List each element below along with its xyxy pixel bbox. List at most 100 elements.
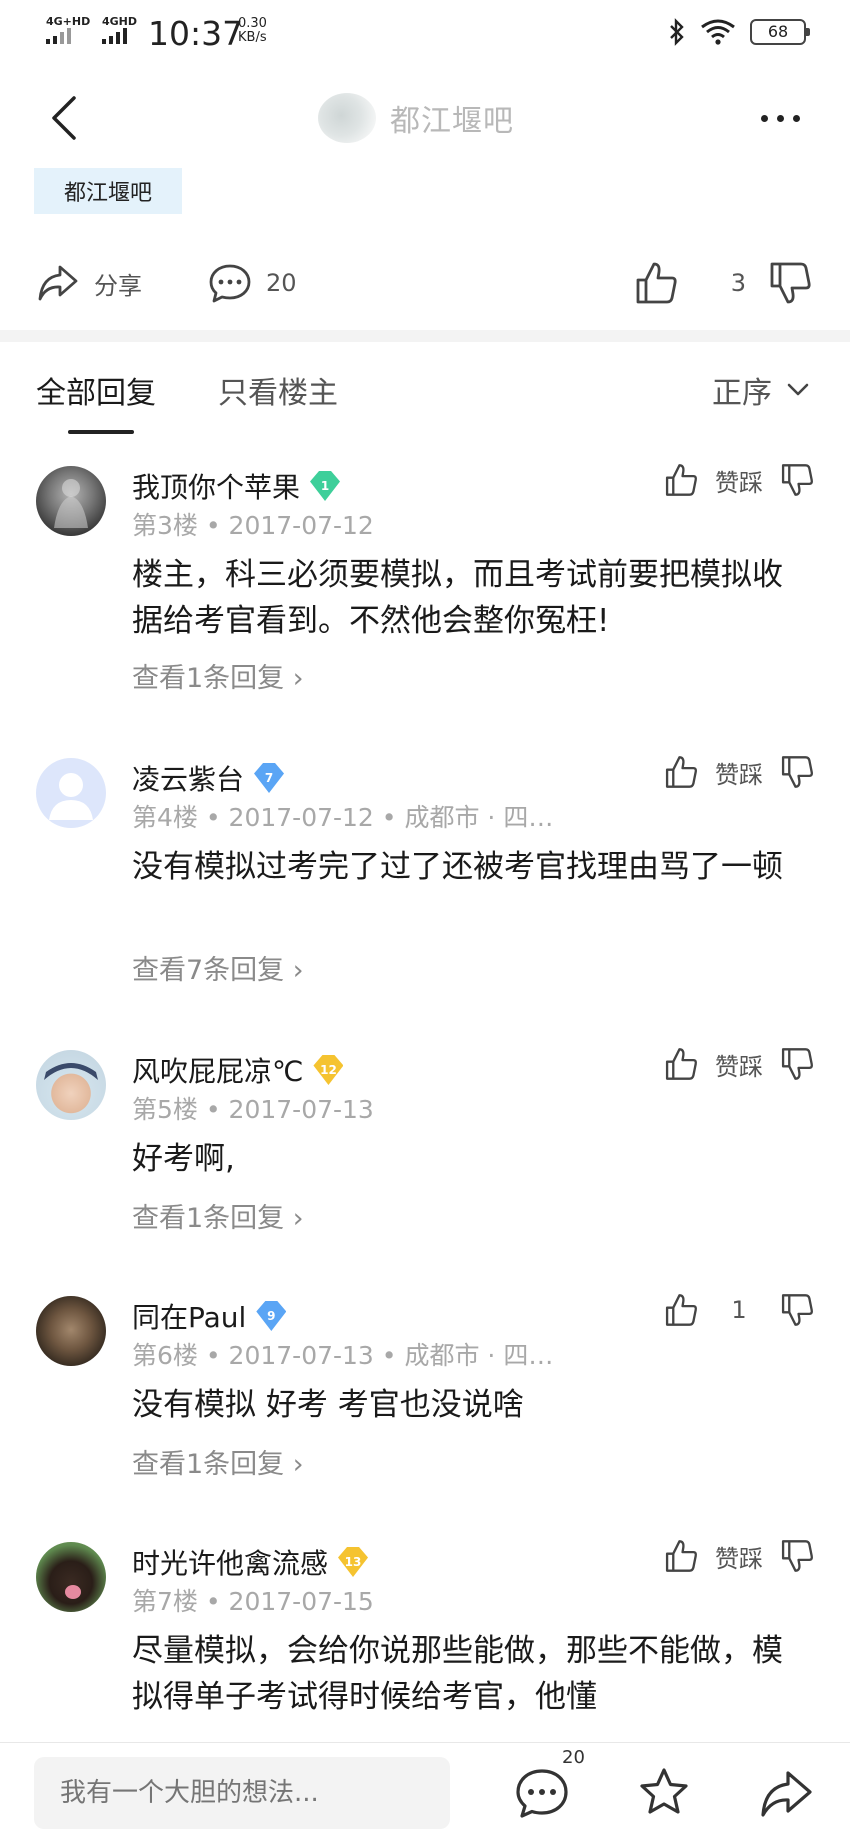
- reply-meta: 第6楼 • 2017-07-13 • 成都市 · 四…: [132, 1341, 554, 1370]
- vote-controls: 赞踩: [664, 1046, 814, 1082]
- thumbs-down-icon[interactable]: [780, 1292, 814, 1328]
- more-options-icon[interactable]: [750, 90, 810, 146]
- level-badge-icon: 12: [313, 1055, 344, 1085]
- like-count: 3: [730, 269, 746, 297]
- signal-bars-2-icon: [102, 28, 127, 44]
- avatar[interactable]: [36, 1050, 106, 1120]
- sort-toggle[interactable]: 正序: [712, 368, 810, 412]
- thumbs-down-icon[interactable]: [780, 1046, 814, 1082]
- username[interactable]: 我顶你个苹果 1: [132, 466, 341, 506]
- vote-controls: 赞踩: [664, 1538, 814, 1574]
- comment-icon[interactable]: [514, 1765, 570, 1821]
- vote-controls: 1: [664, 1292, 814, 1328]
- username[interactable]: 同在Paul 9: [132, 1296, 287, 1336]
- status-bar: 4G+HD 4GHD 10:37 0.30 KB/s 68: [0, 0, 850, 66]
- comment-count: 20: [266, 269, 297, 297]
- share-icon: [38, 265, 78, 301]
- active-tab-indicator: [68, 430, 134, 434]
- like-button[interactable]: 3: [634, 250, 746, 316]
- username[interactable]: 时光许他禽流感 13: [132, 1542, 369, 1582]
- reply-date: 2017-07-13: [228, 1341, 374, 1370]
- floor-label: 第6楼: [132, 1341, 198, 1370]
- avatar[interactable]: [36, 1296, 106, 1366]
- reply-content: 没有模拟过考完了过了还被考官找理由骂了一顿: [132, 849, 783, 885]
- vote-label: 赞踩: [715, 1052, 763, 1081]
- avatar[interactable]: [36, 1542, 106, 1612]
- back-icon[interactable]: [44, 92, 84, 144]
- sort-label: 正序: [712, 376, 772, 411]
- forum-tag[interactable]: 都江堰吧: [34, 168, 182, 214]
- reply-location: 成都市 · 四…: [404, 1341, 554, 1370]
- floor-label: 第3楼: [132, 511, 198, 540]
- reply-content: 楼主，科三必须要模拟，而且考试前要把模拟收据给考官看到。不然他会整你冤枉!: [132, 557, 783, 639]
- reply-content: 没有模拟 好考 考官也没说啥: [132, 1387, 524, 1423]
- thumbs-down-icon[interactable]: [780, 1538, 814, 1574]
- comment-count-badge: 20: [562, 1747, 585, 1768]
- thumbs-up-icon: [636, 262, 677, 304]
- vote-controls: 赞踩: [664, 462, 814, 498]
- level-badge-icon: 9: [256, 1301, 287, 1331]
- share-button[interactable]: 分享: [36, 250, 142, 316]
- reply-meta: 第3楼 • 2017-07-12: [132, 511, 374, 540]
- reply-meta: 第5楼 • 2017-07-13: [132, 1095, 374, 1124]
- star-icon[interactable]: [636, 1765, 692, 1821]
- chevron-down-icon: [787, 383, 809, 396]
- section-divider: [0, 330, 850, 342]
- like-count: 1: [731, 1296, 747, 1324]
- floor-label: 第4楼: [132, 803, 198, 832]
- forum-name: 都江堰吧: [390, 104, 514, 139]
- thumbs-up-icon[interactable]: [664, 1292, 698, 1328]
- vote-label: 赞踩: [715, 468, 763, 497]
- level-badge-icon: 7: [254, 763, 285, 793]
- network-type-2: 4GHD: [102, 15, 138, 28]
- floor-label: 第7楼: [132, 1587, 198, 1616]
- reply-meta: 第4楼 • 2017-07-12 • 成都市 · 四…: [132, 803, 554, 832]
- view-replies-link[interactable]: 查看7条回复 ›: [132, 948, 304, 987]
- bluetooth-icon: [670, 18, 684, 46]
- view-replies-link[interactable]: 查看1条回复 ›: [132, 1442, 304, 1481]
- comment-icon: [209, 264, 251, 303]
- reply-input[interactable]: [34, 1757, 450, 1829]
- network-speed: 0.30 KB/s: [238, 16, 267, 45]
- scroll-fade: [0, 1718, 850, 1744]
- post-actions: 分享 20 3: [0, 250, 850, 316]
- vote-controls: 赞踩: [664, 754, 814, 790]
- view-replies-link[interactable]: 查看1条回复 ›: [132, 1196, 304, 1235]
- vote-label: 赞踩: [715, 1544, 763, 1573]
- thumbs-down-icon: [770, 262, 811, 304]
- clock: 10:37: [148, 14, 244, 53]
- level-badge-icon: 13: [338, 1547, 369, 1577]
- battery-indicator: 68: [750, 19, 810, 45]
- username[interactable]: 风吹屁屁凉℃ 12: [132, 1050, 344, 1090]
- thumbs-up-icon[interactable]: [664, 754, 698, 790]
- network-type-1: 4G+HD: [46, 15, 91, 28]
- reply-meta: 第7楼 • 2017-07-15: [132, 1587, 374, 1616]
- reply-date: 2017-07-15: [228, 1587, 374, 1616]
- avatar[interactable]: [36, 758, 106, 828]
- thumbs-up-icon[interactable]: [664, 462, 698, 498]
- forum-title[interactable]: 都江堰吧: [318, 92, 514, 144]
- thumbs-up-icon[interactable]: [664, 1538, 698, 1574]
- level-badge-icon: 1: [310, 471, 341, 501]
- username[interactable]: 凌云紫台 7: [132, 758, 285, 798]
- dislike-button[interactable]: [768, 250, 812, 316]
- vote-label: 赞踩: [715, 760, 763, 789]
- avatar[interactable]: [36, 466, 106, 536]
- reply-date: 2017-07-13: [228, 1095, 374, 1124]
- view-replies-link[interactable]: 查看1条回复 ›: [132, 656, 304, 695]
- comment-button[interactable]: 20: [208, 250, 297, 316]
- reply-date: 2017-07-12: [228, 803, 374, 832]
- thumbs-down-icon[interactable]: [780, 462, 814, 498]
- share-icon[interactable]: [758, 1765, 814, 1821]
- tab-op-only[interactable]: 只看楼主: [218, 368, 338, 412]
- reply-content: 尽量模拟，会给你说那些能做，那些不能做，模拟得单子考试得时候给考官，他懂: [132, 1633, 783, 1715]
- forum-logo: [318, 93, 376, 143]
- top-nav: 都江堰吧: [0, 66, 850, 170]
- bottom-bar: 20: [0, 1742, 850, 1842]
- tab-all-replies[interactable]: 全部回复: [36, 368, 156, 412]
- share-label: 分享: [94, 271, 142, 300]
- reply-location: 成都市 · 四…: [404, 803, 554, 832]
- thumbs-down-icon[interactable]: [780, 754, 814, 790]
- reply-date: 2017-07-12: [228, 511, 374, 540]
- thumbs-up-icon[interactable]: [664, 1046, 698, 1082]
